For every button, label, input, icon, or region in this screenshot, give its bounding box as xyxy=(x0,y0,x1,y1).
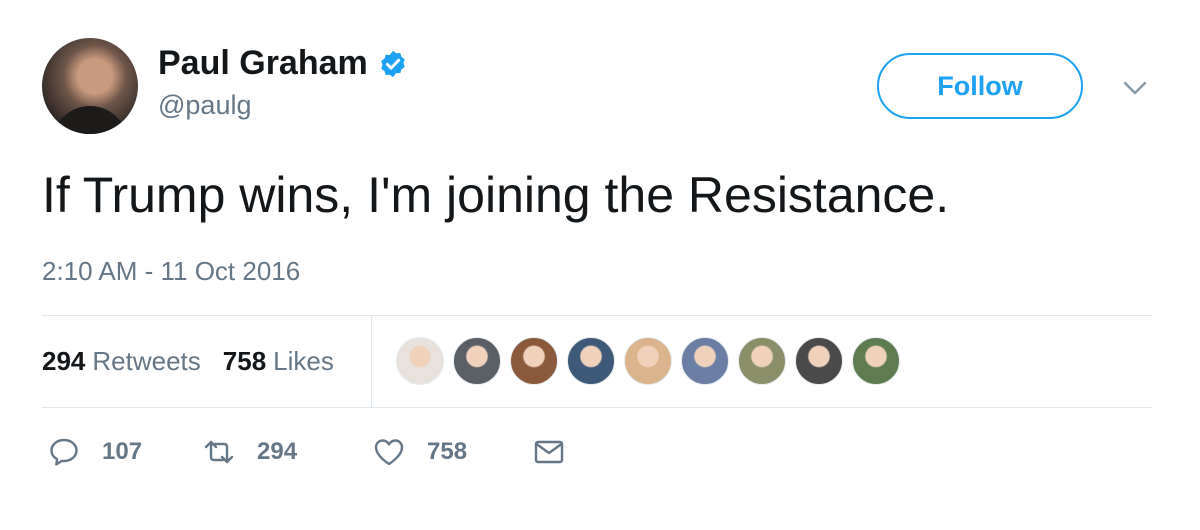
tweet-timestamp[interactable]: 2:10 AM - 11 Oct 2016 xyxy=(42,256,300,287)
direct-message-action[interactable] xyxy=(533,436,565,468)
engagement-stats: 294 Retweets 758 Likes xyxy=(42,316,356,406)
user-handle[interactable]: @paulg xyxy=(158,90,251,121)
retweet-icon xyxy=(204,440,234,464)
display-name-text: Paul Graham xyxy=(158,44,368,82)
liker-avatar-1[interactable] xyxy=(396,337,444,385)
retweet-count: 294 xyxy=(257,438,298,465)
liker-avatar-8[interactable] xyxy=(795,337,843,385)
retweets-stat[interactable]: 294 Retweets xyxy=(42,346,201,377)
liker-avatar-9[interactable] xyxy=(852,337,900,385)
liker-avatar-3[interactable] xyxy=(510,337,558,385)
reply-count: 107 xyxy=(102,438,143,465)
reply-icon xyxy=(50,438,78,466)
liker-avatars xyxy=(396,337,909,385)
like-action[interactable]: 758 xyxy=(373,436,533,468)
liker-avatar-2[interactable] xyxy=(453,337,501,385)
like-count: 758 xyxy=(427,438,468,465)
liker-avatar-6[interactable] xyxy=(681,337,729,385)
tweet-text: If Trump wins, I'm joining the Resistanc… xyxy=(42,167,950,223)
liker-avatar-4[interactable] xyxy=(567,337,615,385)
stats-separator xyxy=(371,316,372,408)
display-name[interactable]: Paul Graham xyxy=(158,44,408,83)
likes-stat-label: Likes xyxy=(273,345,334,376)
verified-badge-icon xyxy=(381,50,405,77)
retweet-action[interactable]: 294 xyxy=(203,436,373,468)
tweet-actions: 107 294 758 xyxy=(48,432,565,472)
chevron-down-icon[interactable] xyxy=(1122,78,1148,98)
liker-avatar-7[interactable] xyxy=(738,337,786,385)
retweets-stat-count: 294 xyxy=(42,345,86,376)
likes-stat[interactable]: 758 Likes xyxy=(223,346,334,377)
profile-avatar[interactable] xyxy=(42,38,138,134)
retweets-stat-label: Retweets xyxy=(92,345,201,376)
likes-stat-count: 758 xyxy=(222,345,267,376)
liker-avatar-5[interactable] xyxy=(624,337,672,385)
follow-button[interactable]: Follow xyxy=(877,53,1083,119)
reply-action[interactable]: 107 xyxy=(48,436,203,468)
like-icon xyxy=(374,439,404,466)
direct-message-icon xyxy=(534,440,564,464)
divider-bottom xyxy=(42,407,1152,408)
